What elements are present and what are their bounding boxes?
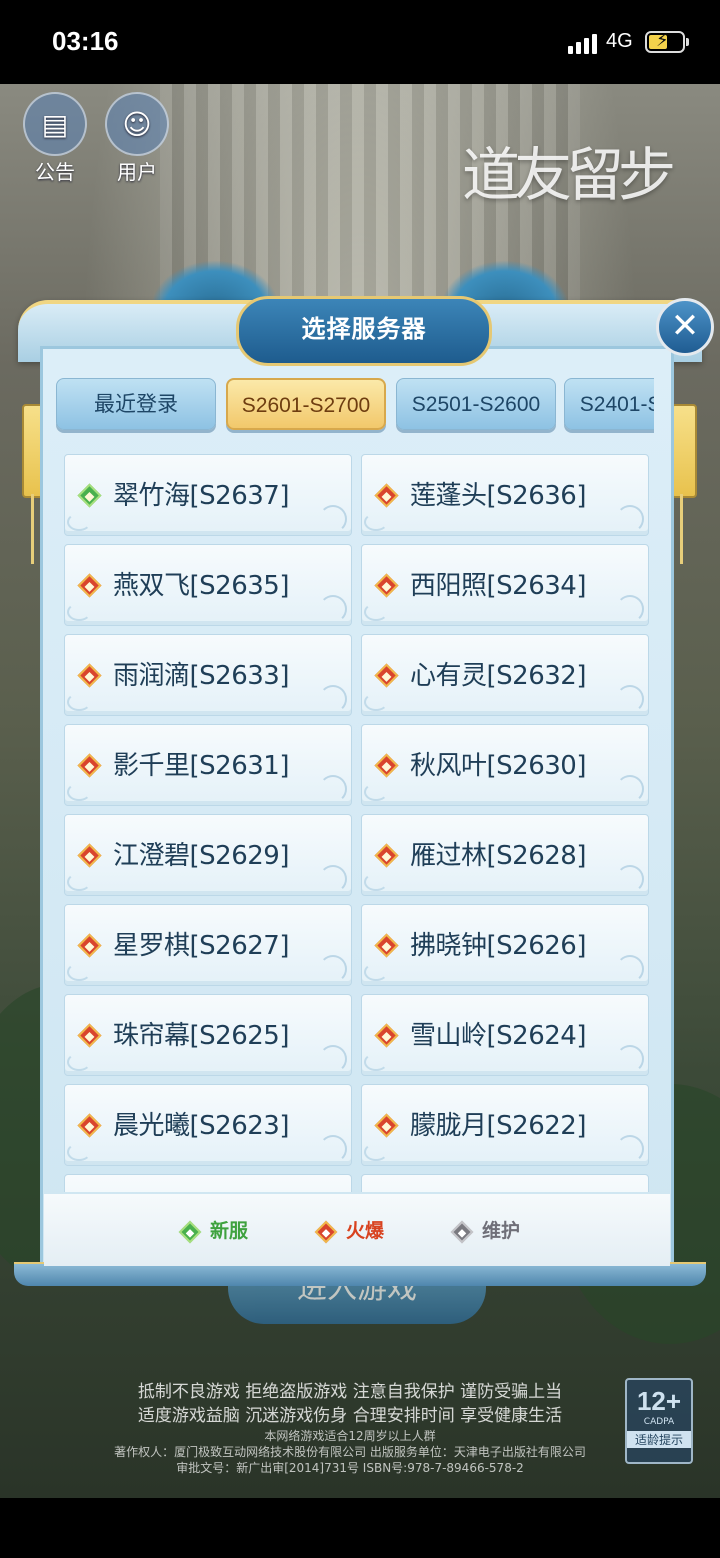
hot-status-icon	[77, 573, 102, 598]
game-logo: 道友留步	[462, 141, 676, 209]
status-legend: 新服 火爆 维护	[44, 1194, 670, 1266]
server-item[interactable]: 朦胧月[S2622]	[361, 1084, 649, 1166]
server-range-tabs: 最近登录 S2601-S2700 S2501-S2600 S2401-S2500	[56, 378, 654, 434]
server-item[interactable]: 雪山岭[S2624]	[361, 994, 649, 1076]
new-status-icon	[178, 1220, 202, 1243]
legend-hot: 火爆	[314, 1216, 384, 1243]
server-item[interactable]: 江澄碧[S2629]	[64, 814, 352, 896]
server-item[interactable]: 雨润滴[S2633]	[64, 634, 352, 716]
server-item[interactable]	[64, 1174, 352, 1192]
server-item[interactable]: 拂晓钟[S2626]	[361, 904, 649, 986]
server-item[interactable]	[361, 1174, 649, 1192]
server-item[interactable]: 翠竹海[S2637]	[64, 454, 352, 536]
hot-status-icon	[374, 843, 399, 868]
server-list: 翠竹海[S2637] 莲蓬头[S2636] 燕双飞[S2635] 西阳照[S26…	[58, 450, 656, 1192]
network-type: 4G	[606, 30, 633, 52]
hot-status-icon	[374, 1023, 399, 1048]
tab-recent-login[interactable]: 最近登录	[56, 378, 216, 430]
server-item[interactable]: 燕双飞[S2635]	[64, 544, 352, 626]
tab-s2601-s2700[interactable]: S2601-S2700	[226, 378, 386, 430]
maintenance-status-icon	[450, 1220, 474, 1243]
age-rating-badge: 12+ CADPA 适龄提示	[625, 1378, 693, 1464]
tab-s2401-s2500[interactable]: S2401-S2500	[564, 378, 654, 430]
hot-status-icon	[77, 933, 102, 958]
hot-status-icon	[374, 663, 399, 688]
user-icon: ☺	[105, 92, 169, 156]
hot-status-icon	[374, 483, 399, 508]
document-icon: ▤	[23, 92, 87, 156]
hot-status-icon	[77, 753, 102, 778]
legend-new: 新服	[178, 1216, 248, 1243]
signal-icon	[568, 34, 598, 54]
server-item[interactable]: 珠帘幕[S2625]	[64, 994, 352, 1076]
dialog-title: 选择服务器	[236, 296, 492, 366]
server-item[interactable]: 晨光曦[S2623]	[64, 1084, 352, 1166]
hot-status-icon	[374, 753, 399, 778]
status-bar: 03:16 4G ⚡	[0, 0, 720, 84]
close-icon: ✕	[670, 306, 700, 346]
announcement-button[interactable]: ▤ 公告	[22, 92, 88, 185]
close-button[interactable]: ✕	[656, 298, 714, 356]
tab-s2501-s2600[interactable]: S2501-S2600	[396, 378, 556, 430]
lantern-decoration	[671, 404, 697, 498]
battery-icon: ⚡	[645, 30, 685, 53]
health-notice: 抵制不良游戏 拒绝盗版游戏 注意自我保护 谨防受骗上当 适度游戏益脑 沉迷游戏伤…	[114, 1382, 586, 1475]
status-time: 03:16	[52, 26, 119, 56]
hot-status-icon	[77, 663, 102, 688]
server-item[interactable]: 心有灵[S2632]	[361, 634, 649, 716]
hot-status-icon	[374, 573, 399, 598]
new-status-icon	[77, 483, 102, 508]
server-item[interactable]: 雁过林[S2628]	[361, 814, 649, 896]
server-item[interactable]: 莲蓬头[S2636]	[361, 454, 649, 536]
user-button[interactable]: ☺ 用户	[104, 92, 170, 185]
hot-status-icon	[77, 843, 102, 868]
hot-status-icon	[77, 1113, 102, 1138]
legend-maintenance: 维护	[450, 1216, 520, 1243]
hot-status-icon	[374, 1113, 399, 1138]
hot-status-icon	[374, 933, 399, 958]
hot-status-icon	[314, 1220, 338, 1243]
server-item[interactable]: 星罗棋[S2627]	[64, 904, 352, 986]
hot-status-icon	[77, 1023, 102, 1048]
server-item[interactable]: 秋风叶[S2630]	[361, 724, 649, 806]
server-item[interactable]: 影千里[S2631]	[64, 724, 352, 806]
server-item[interactable]: 西阳照[S2634]	[361, 544, 649, 626]
